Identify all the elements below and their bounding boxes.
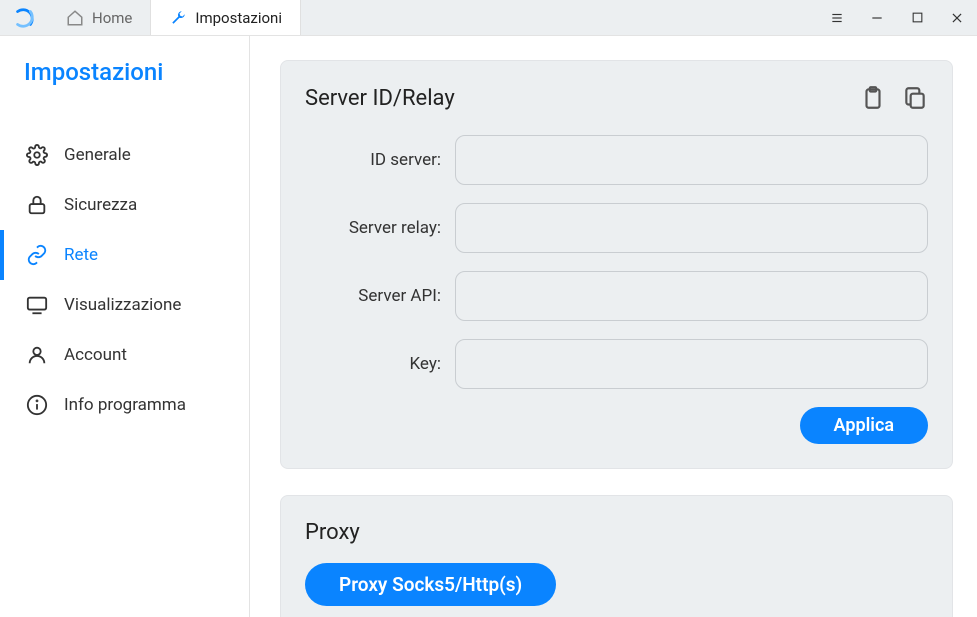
input-key[interactable] — [455, 339, 928, 389]
sidebar-item-label: Sicurezza — [64, 195, 137, 215]
sidebar-item-general[interactable]: Generale — [0, 130, 249, 180]
gear-icon — [26, 144, 48, 166]
sidebar-item-display[interactable]: Visualizzazione — [0, 280, 249, 330]
sidebar-item-about[interactable]: Info programma — [0, 380, 249, 430]
titlebar-left: Home Impostazioni — [0, 0, 301, 35]
card-header-actions — [860, 85, 928, 111]
home-icon — [66, 9, 84, 27]
label-api-server: Server API: — [305, 286, 455, 306]
maximize-icon — [911, 11, 924, 24]
input-relay-server[interactable] — [455, 203, 928, 253]
proxy-socks-button[interactable]: Proxy Socks5/Http(s) — [305, 563, 556, 606]
sidebar-item-label: Info programma — [64, 395, 186, 415]
tab-settings[interactable]: Impostazioni — [151, 0, 301, 35]
card-title: Server ID/Relay — [305, 86, 860, 111]
wrench-icon — [169, 9, 187, 27]
monitor-icon — [26, 294, 48, 316]
label-relay-server: Server relay: — [305, 218, 455, 238]
sidebar-item-label: Account — [64, 345, 127, 365]
sidebar-item-label: Visualizzazione — [64, 295, 181, 315]
app-logo — [0, 0, 48, 35]
apply-button[interactable]: Applica — [800, 407, 928, 444]
body: Impostazioni Generale Sicurezza Rete — [0, 36, 977, 617]
card-title: Proxy — [305, 520, 928, 545]
input-api-server[interactable] — [455, 271, 928, 321]
sidebar-item-account[interactable]: Account — [0, 330, 249, 380]
titlebar-right — [817, 0, 977, 35]
maximize-button[interactable] — [897, 0, 937, 35]
tab-settings-label: Impostazioni — [195, 9, 282, 27]
card-actions: Applica — [305, 407, 928, 444]
paste-icon[interactable] — [860, 85, 886, 111]
sidebar-item-network[interactable]: Rete — [0, 230, 249, 280]
copy-icon[interactable] — [902, 85, 928, 111]
main-content: Server ID/Relay ID server: Serv — [250, 36, 977, 617]
row-id-server: ID server: — [305, 135, 928, 185]
tab-home[interactable]: Home — [48, 0, 151, 35]
close-button[interactable] — [937, 0, 977, 35]
server-relay-card: Server ID/Relay ID server: Serv — [280, 60, 953, 469]
label-key: Key: — [305, 354, 455, 374]
label-id-server: ID server: — [305, 150, 455, 170]
sidebar-item-label: Generale — [64, 145, 131, 165]
proxy-card: Proxy Proxy Socks5/Http(s) — [280, 495, 953, 617]
lock-icon — [26, 194, 48, 216]
rustdesk-logo-icon — [13, 7, 35, 29]
row-relay-server: Server relay: — [305, 203, 928, 253]
card-header: Proxy — [305, 520, 928, 545]
tab-home-label: Home — [92, 9, 132, 27]
row-key: Key: — [305, 339, 928, 389]
sidebar-title: Impostazioni — [0, 58, 249, 86]
menu-icon — [830, 11, 844, 25]
minimize-button[interactable] — [857, 0, 897, 35]
user-icon — [26, 344, 48, 366]
card-header: Server ID/Relay — [305, 85, 928, 111]
close-icon — [950, 11, 964, 25]
info-icon — [26, 394, 48, 416]
input-id-server[interactable] — [455, 135, 928, 185]
sidebar: Impostazioni Generale Sicurezza Rete — [0, 36, 250, 617]
sidebar-item-label: Rete — [64, 245, 98, 265]
minimize-icon — [870, 11, 884, 25]
sidebar-item-security[interactable]: Sicurezza — [0, 180, 249, 230]
row-api-server: Server API: — [305, 271, 928, 321]
link-icon — [26, 244, 48, 266]
menu-button[interactable] — [817, 0, 857, 35]
titlebar: Home Impostazioni — [0, 0, 977, 36]
